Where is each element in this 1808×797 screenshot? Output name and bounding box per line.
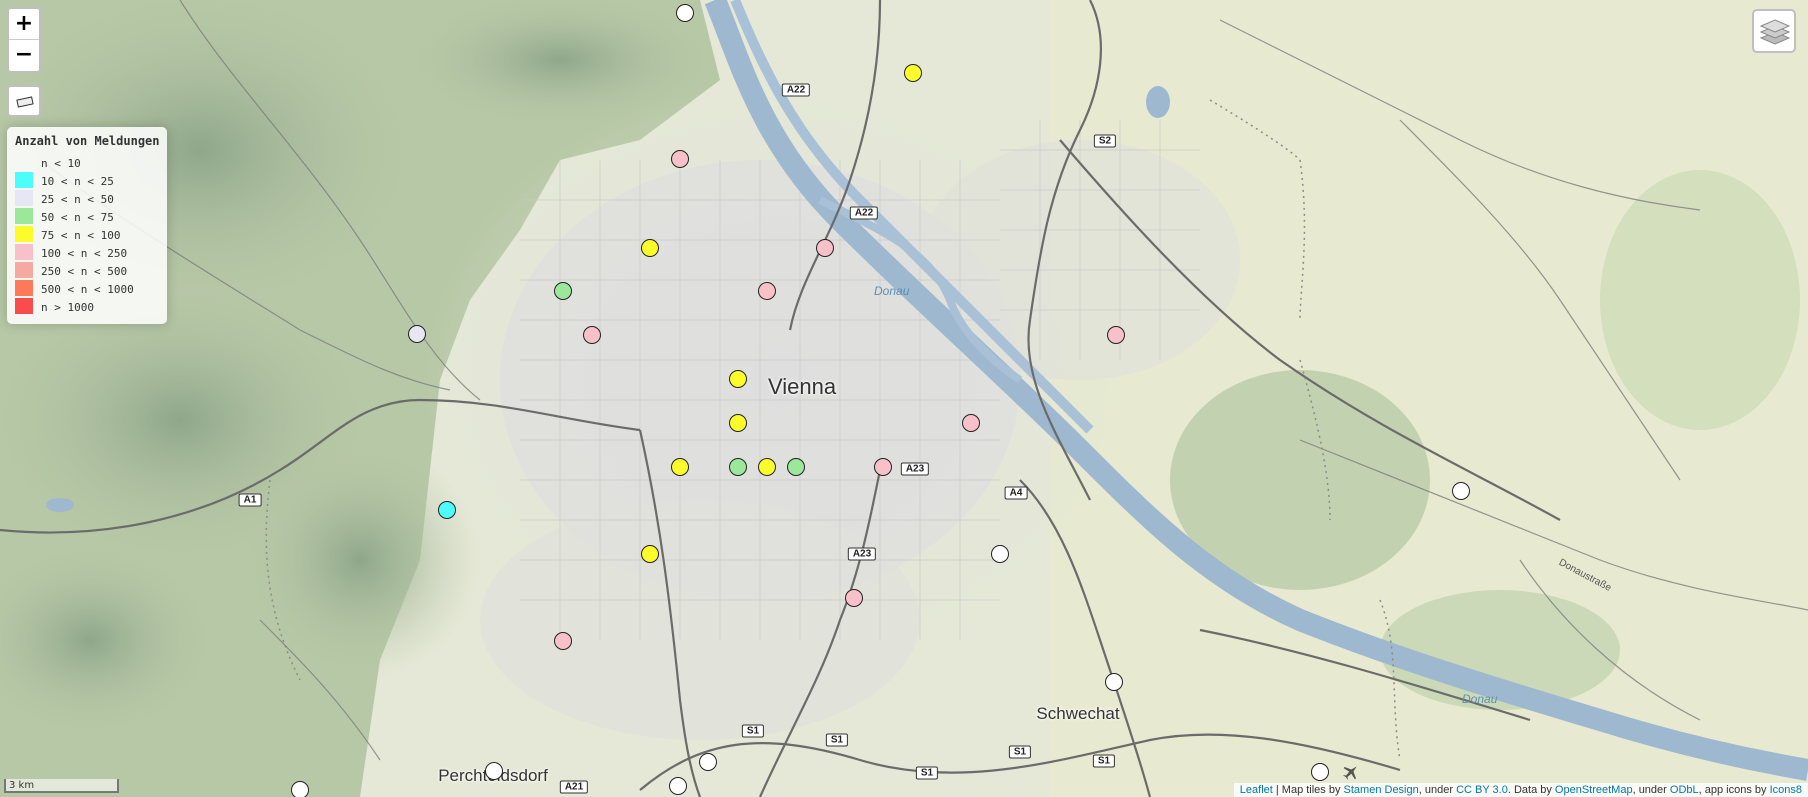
layers-button[interactable] (1752, 9, 1796, 53)
report-marker[interactable] (758, 282, 776, 300)
report-marker[interactable] (699, 753, 717, 771)
road-shield-s1: S1 (915, 766, 939, 780)
attribution-text: , under (1418, 784, 1457, 796)
attribution-text: , app icons by (1698, 784, 1770, 796)
attribution-text: | Map tiles by (1272, 784, 1344, 796)
report-marker[interactable] (787, 458, 805, 476)
odbl-link[interactable]: ODbL (1670, 784, 1699, 796)
icons8-link[interactable]: Icons8 (1770, 784, 1802, 796)
legend-label: 10 < n < 25 (41, 175, 114, 188)
report-marker[interactable] (962, 414, 980, 432)
legend-swatch (15, 226, 33, 242)
legend-item: 25 < n < 50 (15, 190, 161, 208)
road-shield-a1: A1 (238, 493, 262, 507)
legend-label: 250 < n < 500 (41, 265, 128, 278)
road-shield-s1: S1 (825, 733, 849, 747)
legend-swatch (15, 262, 33, 278)
legend-item: n < 10 (15, 154, 161, 172)
report-marker[interactable] (1311, 763, 1329, 781)
road-shield-s1: S1 (1008, 745, 1032, 759)
city-label-schwechat: Schwechat (1036, 704, 1120, 723)
legend-swatch (15, 244, 33, 260)
legend-label: n > 1000 (41, 301, 94, 314)
legend-item: n > 1000 (15, 298, 161, 316)
report-marker[interactable] (676, 4, 694, 22)
water-label-donau: Donau (874, 284, 910, 298)
zoom-out-button[interactable]: − (9, 40, 39, 70)
legend: Anzahl von Meldungen n < 10 10 < n < 25 25… (7, 127, 167, 324)
report-marker[interactable] (554, 282, 572, 300)
report-marker[interactable] (816, 239, 834, 257)
report-marker[interactable] (669, 777, 687, 795)
zoom-control: + − (7, 7, 41, 73)
legend-item: 50 < n < 75 (15, 208, 161, 226)
legend-label: n < 10 (41, 157, 81, 170)
water-label-donau: Donau (1462, 692, 1498, 706)
report-marker[interactable] (408, 325, 426, 343)
legend-swatch (15, 298, 33, 314)
attribution-text: , under (1632, 784, 1670, 796)
airplane-icon (1343, 766, 1357, 780)
measure-button[interactable] (7, 85, 41, 117)
stamen-link[interactable]: Stamen Design (1344, 784, 1419, 796)
road-shield-s1: S1 (1092, 754, 1116, 768)
osm-link[interactable]: OpenStreetMap (1555, 784, 1633, 796)
road-shield-a22: A22 (849, 206, 879, 220)
report-marker[interactable] (1107, 326, 1125, 344)
legend-item: 75 < n < 100 (15, 226, 161, 244)
report-marker[interactable] (904, 64, 922, 82)
ruler-icon (16, 96, 34, 108)
report-marker[interactable] (671, 458, 689, 476)
report-marker[interactable] (1452, 482, 1470, 500)
legend-item: 10 < n < 25 (15, 172, 161, 190)
leaflet-link[interactable]: Leaflet (1240, 784, 1273, 796)
report-marker[interactable] (729, 414, 747, 432)
road-shield-a21: A21 (559, 780, 589, 794)
report-marker[interactable] (729, 370, 747, 388)
map-basemap (0, 0, 1808, 797)
legend-item: 100 < n < 250 (15, 244, 161, 262)
road-shield-a23: A23 (847, 547, 877, 561)
report-marker[interactable] (485, 762, 503, 780)
road-shield-s2: S2 (1093, 134, 1117, 148)
report-marker[interactable] (554, 632, 572, 650)
legend-title: Anzahl von Meldungen (15, 134, 160, 148)
legend-label: 25 < n < 50 (41, 193, 114, 206)
legend-label: 500 < n < 1000 (41, 283, 134, 296)
report-marker[interactable] (874, 458, 892, 476)
report-marker[interactable] (583, 326, 601, 344)
legend-label: 75 < n < 100 (41, 229, 121, 242)
road-shield-s1: S1 (741, 724, 765, 738)
report-marker[interactable] (758, 458, 776, 476)
road-shield-a4: A4 (1004, 486, 1028, 500)
map-canvas[interactable]: Vienna Schwechat Perchtoldsdorf Donau Do… (0, 0, 1808, 797)
city-label-vienna: Vienna (767, 374, 837, 399)
report-marker[interactable] (845, 589, 863, 607)
legend-swatch (15, 208, 33, 224)
legend-item: 250 < n < 500 (15, 262, 161, 280)
report-marker[interactable] (671, 150, 689, 168)
ccby-link[interactable]: CC BY 3.0 (1456, 784, 1508, 796)
legend-swatch (15, 190, 33, 206)
report-marker[interactable] (641, 545, 659, 563)
legend-swatch (15, 172, 33, 188)
zoom-in-button[interactable]: + (9, 9, 39, 40)
layers-icon (1760, 19, 1790, 45)
legend-swatch (15, 280, 33, 296)
legend-swatch (15, 154, 33, 170)
legend-item: 500 < n < 1000 (15, 280, 161, 298)
scale-bar: 3 km (4, 779, 119, 793)
report-marker[interactable] (291, 781, 309, 797)
report-marker[interactable] (1105, 673, 1123, 691)
report-marker[interactable] (438, 501, 456, 519)
legend-label: 50 < n < 75 (41, 211, 114, 224)
attribution-text: . Data by (1507, 784, 1555, 796)
road-shield-a22: A22 (781, 83, 811, 97)
road-shield-a23: A23 (900, 462, 930, 476)
legend-label: 100 < n < 250 (41, 247, 128, 260)
report-marker[interactable] (991, 545, 1009, 563)
attribution: Leaflet | Map tiles by Stamen Design, un… (1233, 783, 1808, 797)
report-marker[interactable] (729, 458, 747, 476)
report-marker[interactable] (641, 239, 659, 257)
